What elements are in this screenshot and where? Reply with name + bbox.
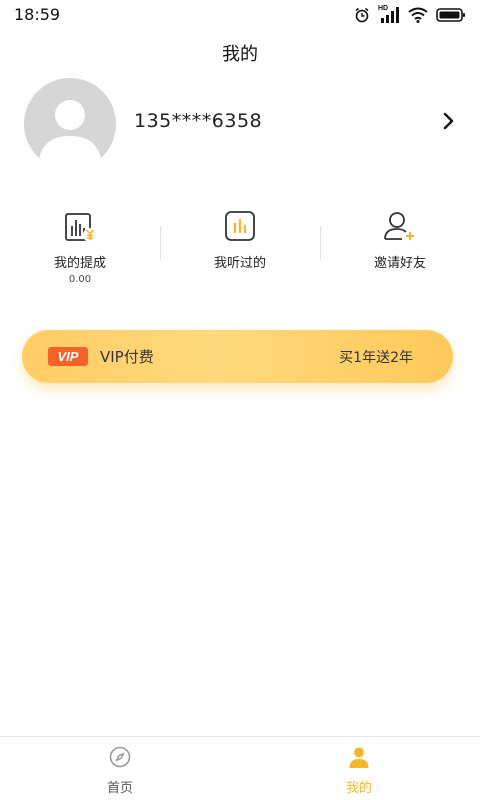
stat-commission[interactable]: 我的提成 0.00 <box>0 208 160 285</box>
battery-icon <box>436 8 465 22</box>
person-icon <box>349 747 369 768</box>
stat-value: 0.00 <box>68 274 92 285</box>
user-phone[interactable]: 135****6358 <box>134 110 262 132</box>
avatar[interactable] <box>24 78 116 170</box>
withdraw-chart-icon <box>65 213 97 242</box>
nav-label: 首页 <box>106 781 133 796</box>
nav-item-home[interactable]: 首页 <box>80 745 160 796</box>
alarm-icon <box>355 7 369 23</box>
stat-label: 邀请好友 <box>373 256 426 271</box>
stat-label: 我的提成 <box>53 256 106 271</box>
compass-icon <box>109 746 131 768</box>
nav-label: 我的 <box>345 781 372 796</box>
add-friend-icon <box>384 212 414 240</box>
default-avatar-icon <box>38 100 102 170</box>
page-title: 我的 <box>222 44 258 65</box>
history-chart-icon <box>225 211 255 241</box>
bottom-nav: 首页 我的 <box>0 736 480 800</box>
vip-label: VIP付费 <box>100 348 154 366</box>
stat-history[interactable]: 我听过的 <box>160 208 320 271</box>
status-bar: 18:59 HD <box>0 0 480 30</box>
signal-indicator: HD <box>378 5 400 24</box>
vip-badge-icon: VIP <box>48 347 88 366</box>
stat-label: 我听过的 <box>213 256 266 271</box>
vip-promo: 买1年送2年 <box>339 350 413 366</box>
status-icons: HD <box>354 5 466 25</box>
stats-row: 我的提成 0.00 我听过的 邀请好友 <box>0 208 480 298</box>
signal-icon <box>381 7 399 23</box>
stat-invite[interactable]: 邀请好友 <box>320 208 480 271</box>
nav-item-mine[interactable]: 我的 <box>319 745 399 796</box>
chevron-right-icon[interactable] <box>440 110 458 132</box>
status-time: 18:59 <box>14 5 61 24</box>
wifi-icon <box>408 7 428 23</box>
vip-banner[interactable]: VIP VIP付费 买1年送2年 <box>22 330 453 383</box>
